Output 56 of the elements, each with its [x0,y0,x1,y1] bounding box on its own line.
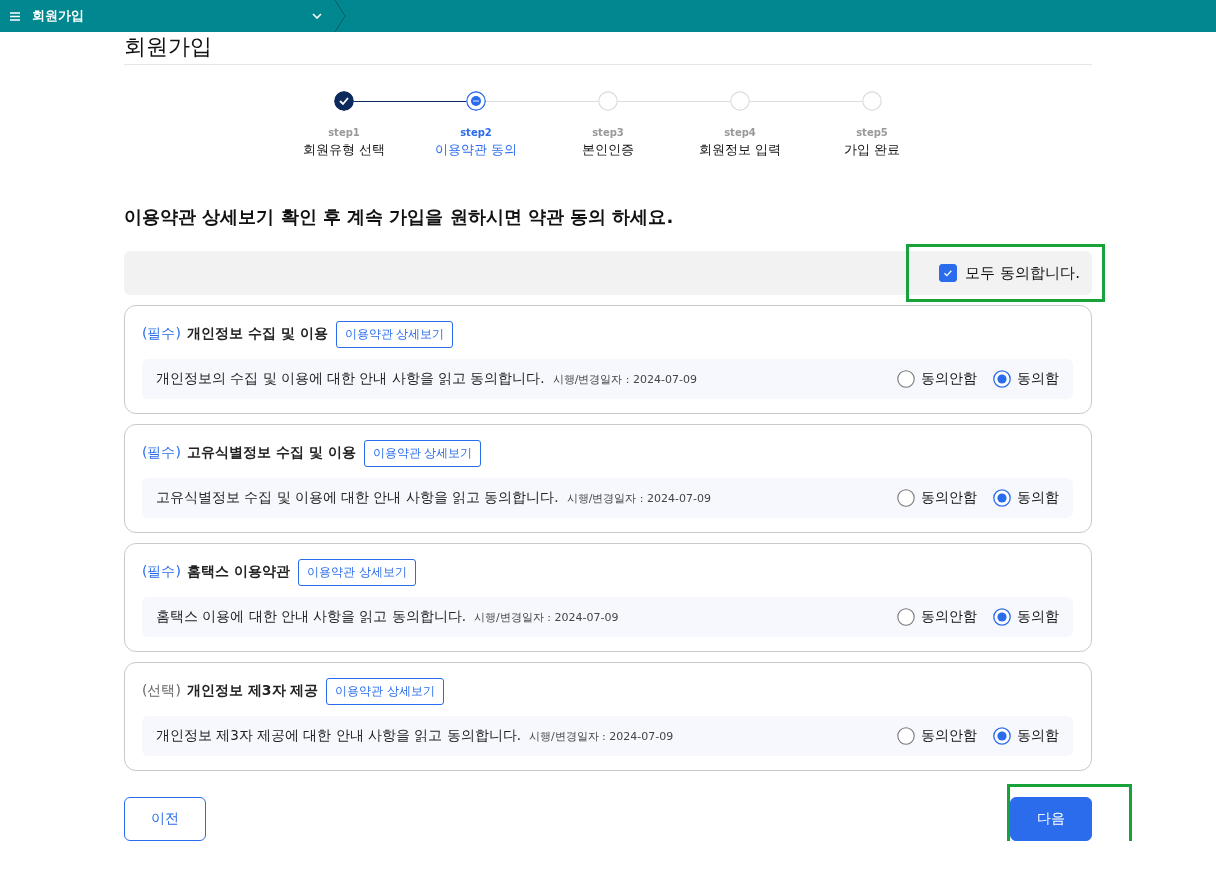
radio-button[interactable] [897,489,915,507]
agree-all-label[interactable]: 모두 동의합니다. [965,263,1080,283]
term-title: 고유식별정보 수집 및 이용 [186,444,356,462]
radio-label[interactable]: 동의안함 [921,370,977,388]
effective-date: 시행/변경일자 : 2024-07-09 [528,728,674,744]
radio-button[interactable] [993,727,1011,745]
effective-date: 시행/변경일자 : 2024-07-09 [552,371,697,387]
radio-button[interactable] [993,489,1011,507]
radio-label[interactable]: 동의함 [1017,370,1059,388]
radio-button[interactable] [897,370,915,388]
term-description: 개인정보 제3자 제공에 대한 안내 사항을 읽고 동의합니다. [156,727,521,745]
step-number: step1 [328,127,360,138]
previous-button[interactable]: 이전 [124,797,206,841]
step-label: 회원정보 입력 [698,141,782,159]
radio-button[interactable] [897,608,915,626]
radio-button[interactable] [993,608,1011,626]
radio-label[interactable]: 동의안함 [921,727,977,745]
header-title: 회원가입 [32,7,85,25]
radio-button[interactable] [993,370,1011,388]
page-title: 회원가입 [124,33,212,61]
radio-label[interactable]: 동의안함 [921,608,977,626]
radio-button[interactable] [897,727,915,745]
effective-date: 시행/변경일자 : 2024-07-09 [474,609,619,625]
terms-detail-button[interactable]: 이용약관 상세보기 [297,558,416,586]
term-tag: (필수) [142,563,181,581]
step-label: 가입 완료 [843,141,901,159]
step-label: 회원유형 선택 [302,141,386,159]
term-title: 개인정보 수집 및 이용 [186,325,328,343]
step-number: step2 [460,127,492,138]
instruction-heading: 이용약관 상세보기 확인 후 계속 가입을 원하시면 약관 동의 하세요. [124,205,675,229]
terms-detail-button[interactable]: 이용약관 상세보기 [335,320,454,348]
step-label: 본인인증 [582,141,634,159]
radio-label[interactable]: 동의함 [1017,489,1059,507]
step-label: 이용약관 동의 [434,141,518,159]
checkbox[interactable] [939,264,958,282]
term-description: 홈택스 이용에 대한 안내 사항을 읽고 동의합니다. [156,608,467,626]
step-number: step4 [724,127,756,138]
effective-date: 시행/변경일자 : 2024-07-09 [566,490,711,506]
chevron-down-icon[interactable] [312,13,322,19]
menu-icon[interactable] [10,11,20,21]
term-description: 고유식별정보 수집 및 이용에 대한 안내 사항을 읽고 동의합니다. [156,489,559,507]
term-tag: (필수) [142,444,181,462]
term-title: 개인정보 제3자 제공 [186,682,319,700]
radio-label[interactable]: 동의함 [1017,727,1059,745]
term-description: 개인정보의 수집 및 이용에 대한 안내 사항을 읽고 동의합니다. [156,370,545,388]
radio-label[interactable]: 동의함 [1017,608,1059,626]
term-title: 홈택스 이용약관 [186,563,290,581]
term-tag: (선택) [142,682,181,700]
terms-detail-button[interactable]: 이용약관 상세보기 [363,439,482,467]
step-number: step5 [856,127,888,138]
radio-label[interactable]: 동의안함 [921,489,977,507]
breadcrumb-separator-icon [334,0,346,32]
terms-detail-button[interactable]: 이용약관 상세보기 [326,677,445,705]
next-button[interactable]: 다음 [1010,797,1092,841]
term-tag: (필수) [142,325,181,343]
step-number: step3 [592,127,624,138]
